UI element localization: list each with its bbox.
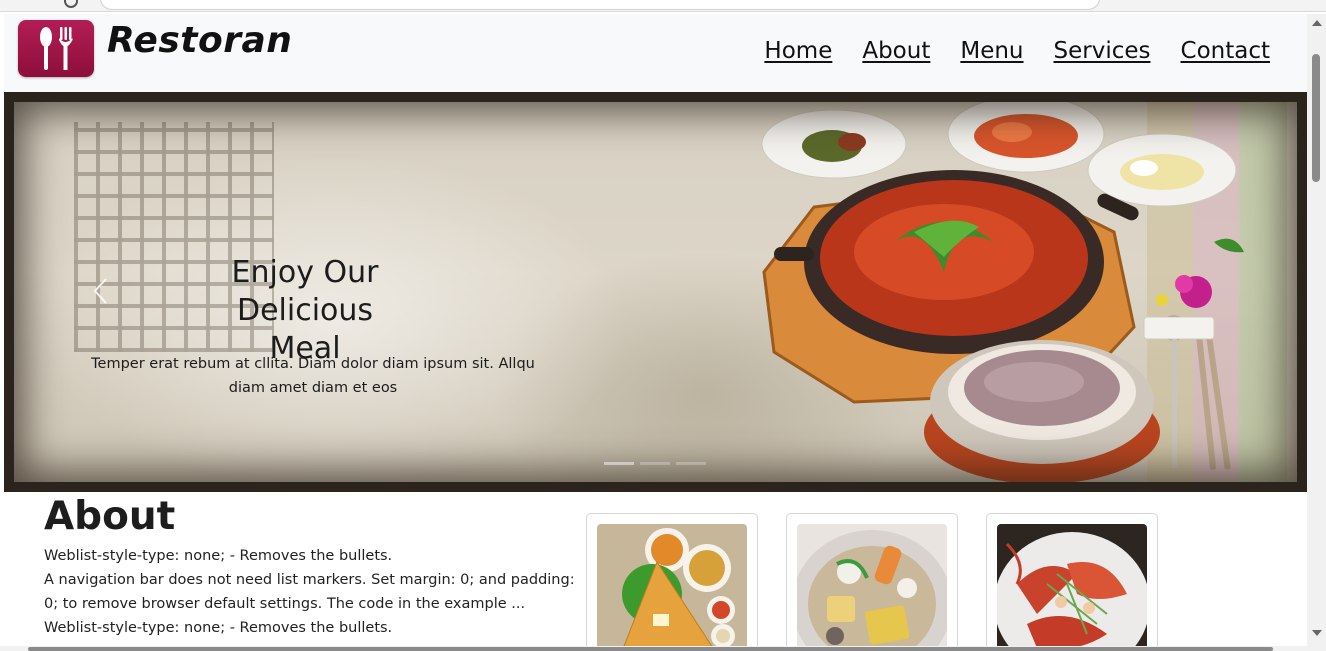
vertical-scrollbar[interactable] bbox=[1307, 14, 1326, 651]
utensils-icon bbox=[40, 27, 73, 70]
dish-card-1[interactable] bbox=[586, 513, 758, 651]
hero-title-line1: Enjoy Our bbox=[231, 255, 379, 290]
nav-services[interactable]: Services bbox=[1054, 38, 1151, 64]
horizontal-scrollbar[interactable] bbox=[0, 646, 1307, 651]
carousel-prev-button[interactable] bbox=[88, 276, 114, 306]
carousel-indicator-1[interactable] bbox=[604, 462, 634, 465]
nav-about[interactable]: About bbox=[862, 38, 930, 64]
dish-image-dosa bbox=[597, 524, 747, 651]
dish-image-seafood bbox=[997, 524, 1147, 651]
logo[interactable] bbox=[18, 20, 94, 77]
about-paragraph: A navigation bar does not need list mark… bbox=[44, 572, 575, 612]
nav-home[interactable]: Home bbox=[764, 38, 832, 64]
about-paragraph: Weblist-style-type: none; - Removes the … bbox=[44, 548, 393, 564]
about-text: Weblist-style-type: none; - Removes the … bbox=[44, 544, 584, 640]
scroll-down-icon[interactable] bbox=[1312, 630, 1322, 636]
main-nav: Home About Menu Services Contact bbox=[764, 38, 1270, 64]
about-paragraph: Weblist-style-type: none; - Removes the … bbox=[44, 620, 393, 636]
address-bar[interactable] bbox=[100, 0, 1100, 10]
refresh-icon[interactable] bbox=[64, 0, 78, 8]
hero-carousel: Enjoy Our Delicious Meal Temper erat reb… bbox=[4, 92, 1307, 492]
scrollbar-thumb[interactable] bbox=[1312, 54, 1320, 182]
about-title: About bbox=[44, 494, 176, 539]
hero-title: Enjoy Our Delicious Meal bbox=[200, 254, 410, 368]
site-header: Restoran Home About Menu Services Contac… bbox=[4, 14, 1307, 92]
scroll-up-icon[interactable] bbox=[1312, 20, 1322, 26]
dish-image-soup bbox=[797, 524, 947, 651]
hero-description: Temper erat rebum at cllita. Diam dolor … bbox=[91, 356, 535, 396]
carousel-indicator-3[interactable] bbox=[676, 462, 706, 465]
page: Restoran Home About Menu Services Contac… bbox=[4, 14, 1307, 651]
chevron-left-icon bbox=[93, 278, 107, 304]
carousel-indicator-2[interactable] bbox=[640, 462, 670, 465]
dish-card-2[interactable] bbox=[786, 513, 958, 651]
browser-toolbar bbox=[0, 0, 1326, 12]
nav-menu[interactable]: Menu bbox=[960, 38, 1023, 64]
hero-food-image bbox=[761, 95, 1244, 484]
nav-contact[interactable]: Contact bbox=[1181, 38, 1270, 64]
horizontal-scrollbar-thumb[interactable] bbox=[28, 647, 1273, 651]
brand-name[interactable]: Restoran bbox=[107, 20, 292, 61]
carousel-indicators bbox=[604, 462, 706, 465]
dish-card-3[interactable] bbox=[986, 513, 1158, 651]
